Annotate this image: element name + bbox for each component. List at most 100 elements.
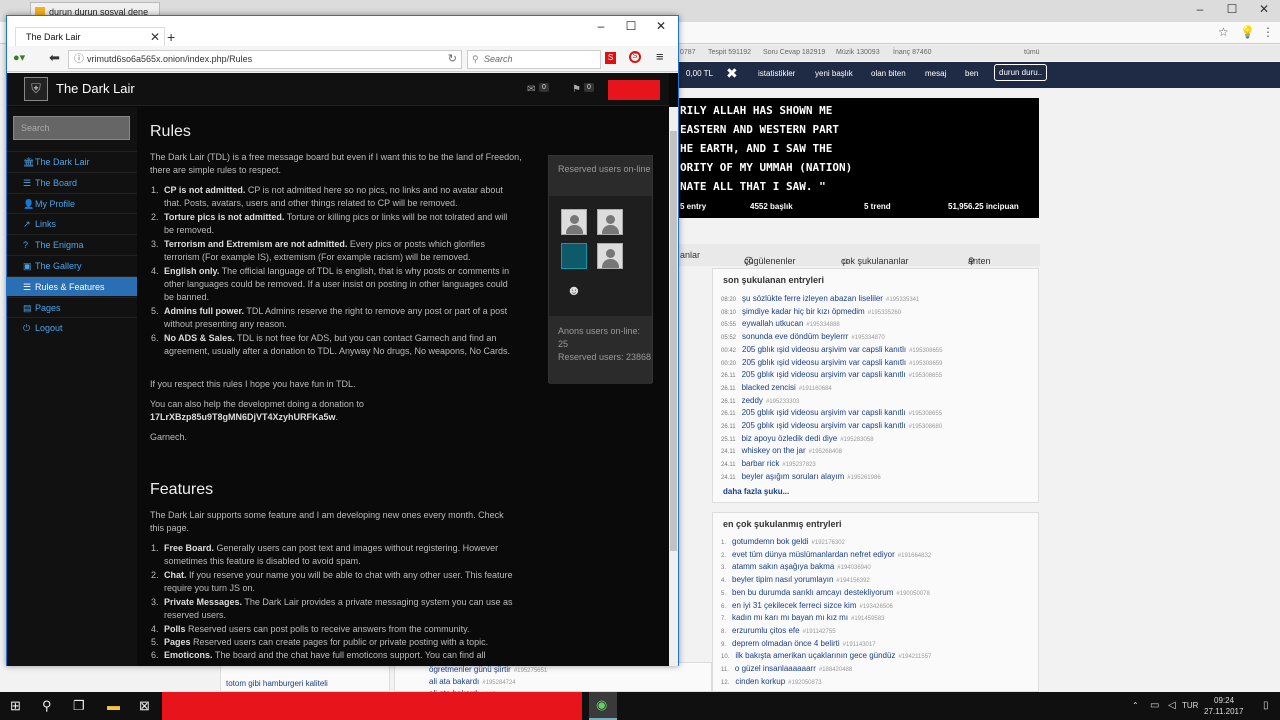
noscript-icon[interactable]: S [605, 52, 616, 64]
entry-row[interactable]: 3. atamm sakın aşağıya bakma #194036940 [721, 562, 871, 571]
tray-chevron-icon[interactable]: ⌃ [1132, 701, 1139, 710]
stat-item[interactable]: 0787 [680, 49, 696, 56]
menu-item-new-topic[interactable]: yeni başlık [815, 69, 853, 78]
entry-row[interactable]: 26.11 205 gblık ışid videosu arşivim var … [721, 370, 942, 379]
store-icon[interactable]: ⊠ [139, 698, 150, 714]
entry-row[interactable]: 5. ben bu durumda sarıklı amcayı destekli… [721, 588, 930, 597]
user-avatar[interactable] [597, 209, 623, 235]
entry-row[interactable]: 6. en iyi 31 çekilecek ferreci sizce kim #… [721, 601, 893, 610]
stat-item[interactable]: Tespit 591192 [708, 49, 751, 56]
close-icon[interactable]: ✕ [649, 19, 673, 33]
more-upvotes-link[interactable]: daha fazla şuku... [723, 487, 789, 496]
entry-row[interactable]: 9. deprem olmadan önce 4 belirti #19114301… [721, 639, 876, 648]
tab-close-icon[interactable]: ✕ [150, 28, 160, 46]
menu-item-profile[interactable]: durun duru.. [994, 64, 1048, 81]
user-avatar[interactable] [561, 243, 587, 269]
tools-icon[interactable]: ✖ [726, 65, 738, 82]
minimize-icon[interactable]: – [589, 19, 613, 33]
file-explorer-icon[interactable]: ▬ [107, 698, 120, 713]
lightbulb-icon[interactable]: 💡 [1240, 25, 1255, 39]
tor-browser-taskbar-button[interactable]: ◉ [589, 692, 617, 720]
back-arrow-icon[interactable]: ⬅ [49, 50, 60, 66]
page-scrollbar[interactable] [669, 107, 678, 666]
list-item[interactable]: ögretmenler günü şiirtir #195275651 [429, 665, 547, 674]
menu-item-happenings[interactable]: olan biten [871, 69, 906, 78]
site-title[interactable]: The Dark Lair [56, 81, 135, 96]
list-item[interactable]: totom gibi hamburgeri kaliteli [226, 679, 328, 688]
entry-row[interactable]: 08:10 şimdiye kadar hiç bir kızı öpmedim #… [721, 307, 901, 316]
list-item[interactable]: ali ata bakardı #195284724 [429, 677, 516, 686]
stat-item[interactable]: tümü [1024, 49, 1040, 56]
subtab-item[interactable]: anlar [680, 250, 700, 260]
sidebar-item[interactable]: ▤ Pages [7, 296, 137, 317]
entry-row[interactable]: 1. gotumdemn bok geldi #192176302 [721, 537, 845, 546]
mail-icon[interactable]: ✉ [527, 84, 535, 95]
entry-row[interactable]: 2. evet tüm dünya müslümanlardan nefret e… [721, 550, 931, 559]
volume-icon[interactable]: ◁ [1168, 700, 1176, 711]
entry-row[interactable]: 26.11 zeddy #195233303 [721, 396, 799, 405]
stat-item[interactable]: Müzik 130093 [836, 49, 880, 56]
sidebar-item[interactable]: 🏛The Dark Lair [7, 151, 137, 171]
entry-row[interactable]: 12. cinden korkup #192050873 [721, 677, 822, 686]
clock-date[interactable]: 27.11.2017 [1204, 707, 1243, 716]
entry-row[interactable]: 7. kadın mı karı mı bayan mı kız mı #19145… [721, 613, 884, 622]
close-icon[interactable]: ✕ [1254, 2, 1274, 16]
entry-row[interactable]: 24.11 beyler aşığım soruları alayım #19526… [721, 472, 881, 481]
menu-item-me[interactable]: ben [965, 69, 978, 78]
sidebar-item[interactable]: 👤My Profile [7, 192, 137, 213]
mask-avatar-icon[interactable]: ☻ [561, 277, 587, 303]
entry-row[interactable]: 26.11 blacked zencisi #191160684 [721, 383, 832, 392]
entry-row[interactable]: 08:20 şu sözlükte ferre izleyen abazan li… [721, 294, 919, 303]
entry-row[interactable]: 05:55 eywallah utkucan #195334888 [721, 319, 840, 328]
entry-row[interactable]: 11. o güzel insanlaaaaaarr #188420488 [721, 664, 852, 673]
entry-row[interactable]: 25.11 biz apoyu özledik dedi diye #1952830… [721, 434, 874, 443]
windows-start-icon[interactable]: ⊞ [10, 698, 21, 714]
star-icon[interactable]: ☆ [1218, 25, 1229, 39]
sidebar-item[interactable]: ☰ Rules & Features [7, 275, 137, 296]
sidebar-item[interactable]: ☰ The Board [7, 171, 137, 192]
reload-icon[interactable]: ↻ [448, 51, 457, 68]
language-indicator[interactable]: TUR [1182, 701, 1198, 710]
entry-row[interactable]: 24.11 whiskey on the jar #195268408 [721, 446, 842, 455]
clock-time[interactable]: 09:24 [1214, 696, 1234, 705]
search-icon[interactable]: ⚲ [42, 698, 52, 714]
search-input[interactable]: ⚲ Search [467, 50, 601, 69]
url-bar[interactable]: ⓘ vrimutd6so6a565x.onion/index.php/Rules… [68, 50, 462, 69]
entry-row[interactable]: 4. beyler tipim nasıl yorumlayın #19415639… [721, 575, 870, 584]
entry-row[interactable]: 10. ilk bakışta amerikan uçaklarının gece… [721, 651, 931, 660]
task-view-icon[interactable]: ❐ [73, 698, 85, 714]
site-logo-icon[interactable]: ⛨ [24, 77, 48, 101]
hamburger-menu-icon[interactable]: ≡ [656, 49, 664, 64]
https-everywhere-icon[interactable]: S [629, 51, 641, 63]
tor-onion-icon[interactable]: ●▾ [13, 51, 25, 64]
stat-item[interactable]: İnanç 87460 [893, 49, 932, 56]
menu-item-message[interactable]: mesaj [925, 69, 946, 78]
menu-dots-icon[interactable]: ⋮ [1262, 25, 1274, 39]
sidebar-item[interactable]: ? The Enigma [7, 234, 137, 254]
entry-row[interactable]: 8. erzurumlu çitos efe #191142755 [721, 626, 836, 635]
entry-row[interactable]: 00:20 205 gblık ışid videosu arşivim var … [721, 358, 942, 367]
maximize-icon[interactable]: ☐ [1222, 2, 1242, 16]
entry-row[interactable]: 26.11 205 gblık ışid videosu arşivim var … [721, 421, 942, 430]
entry-row[interactable]: 24.11 barbar rick #195237823 [721, 459, 816, 468]
notifications-icon[interactable]: ▯ [1263, 700, 1269, 711]
flag-icon[interactable]: ⚑ [572, 84, 581, 95]
sidebar-item[interactable]: ▣ The Gallery [7, 255, 137, 275]
entry-row[interactable]: 05:52 sonunda eve döndüm beylerrr #1953348… [721, 332, 885, 341]
bitcoin-address[interactable]: 17LrXBzp85u9T8gMN6DjVT4XzyhURFKa5w [150, 412, 336, 422]
sidebar-item[interactable]: ↗ Links [7, 213, 137, 233]
user-avatar[interactable] [561, 209, 587, 235]
active-tab[interactable]: The Dark Lair ✕ [15, 27, 165, 46]
stat-item[interactable]: Soru Cevap 182919 [763, 49, 825, 56]
sidebar-item[interactable]: ⏻ Logout [7, 317, 137, 337]
new-tab-icon[interactable]: + [167, 29, 175, 45]
maximize-icon[interactable]: ☐ [619, 19, 643, 33]
network-icon[interactable]: ▭ [1150, 700, 1159, 711]
sidebar-search-input[interactable]: Search [13, 116, 130, 140]
menu-item-stats[interactable]: istatistikler [758, 69, 795, 78]
entry-row[interactable]: 26.11 205 gblık ışid videosu arşivim var … [721, 408, 942, 417]
user-avatar[interactable] [597, 243, 623, 269]
info-icon[interactable]: ⓘ [74, 51, 84, 68]
scrollbar-thumb[interactable] [670, 131, 677, 551]
minimize-icon[interactable]: – [1190, 2, 1210, 16]
